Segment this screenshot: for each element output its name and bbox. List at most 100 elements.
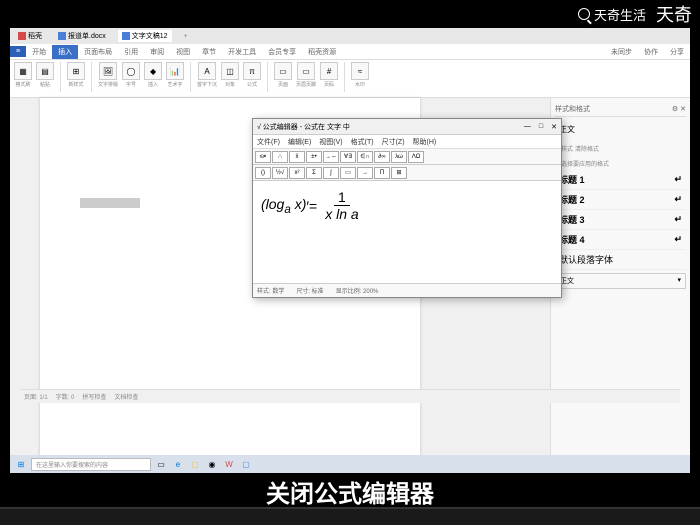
ribbon: ▦格式刷 ▤粘贴 ⊞新样式 🖼文字排版 ◯字号 ◆插入 📊艺术字 A首字下沉 ◫… — [10, 60, 690, 98]
menu-collab[interactable]: 协作 — [638, 45, 664, 59]
ribbon-pic[interactable]: 🖼 — [99, 62, 117, 80]
doc-icon — [122, 32, 130, 40]
dlg-menu-format[interactable]: 格式(T) — [351, 137, 374, 147]
maximize-icon[interactable]: □ — [539, 123, 543, 131]
menu-view[interactable]: 视图 — [170, 45, 196, 59]
tb-space[interactable]: ∴ — [272, 151, 288, 163]
ribbon-header[interactable]: ▭ — [274, 62, 292, 80]
style-h4[interactable]: 标题 4↵ — [555, 230, 686, 250]
edge-icon[interactable]: e — [171, 457, 185, 471]
wps-taskbar-icon[interactable]: W — [222, 457, 236, 471]
tab-doc1[interactable]: 报道单.docx — [54, 30, 110, 42]
dialog-toolbar: ≤≠ ∴ ẍ ±• →⇔ ∀∃ ∈∩ ∂∞ λω ΛΩ — [253, 149, 561, 165]
video-watermark-bar: 天奇生活 天奇 — [0, 0, 700, 28]
ribbon-table[interactable]: ⊞ — [67, 62, 85, 80]
style-dropdown[interactable]: 正文▾ — [555, 273, 686, 289]
tb-sum[interactable]: Σ — [306, 167, 322, 179]
panel-close-icon[interactable]: ⚙ ✕ — [672, 105, 686, 113]
style-h2[interactable]: 标题 2↵ — [555, 190, 686, 210]
chrome-icon[interactable]: ◉ — [205, 457, 219, 471]
tb-logic[interactable]: ∀∃ — [340, 151, 356, 163]
style-h1[interactable]: 标题 1↵ — [555, 170, 686, 190]
menu-share[interactable]: 分享 — [664, 45, 690, 59]
dlg-menu-view[interactable]: 视图(V) — [319, 137, 342, 147]
app-icon[interactable]: ▢ — [239, 457, 253, 471]
dlg-menu-size[interactable]: 尺寸(Z) — [382, 137, 405, 147]
tb-greek-u[interactable]: ΛΩ — [408, 151, 424, 163]
tb-arrow2[interactable]: → — [357, 167, 373, 179]
tb-prod[interactable]: Π — [374, 167, 390, 179]
ribbon-icon[interactable]: ◆ — [144, 62, 162, 80]
watermark-text: 天奇生活 — [594, 5, 646, 24]
explorer-icon[interactable]: ▢ — [188, 457, 202, 471]
section-label: 请选择要应用的格式 — [555, 159, 686, 168]
tb-relation[interactable]: ≤≠ — [255, 151, 271, 163]
spellcheck[interactable]: 拼写检查 — [82, 392, 106, 401]
dlg-status-size: 尺寸: 标准 — [296, 286, 323, 295]
equation-content[interactable]: (loga x)′ = 1 x ln a — [253, 181, 561, 230]
app-titlebar: 稻壳 报道单.docx 文字文稿12 + — [10, 28, 690, 44]
ribbon-formula[interactable]: π — [243, 62, 261, 80]
dialog-toolbar2: () ½√ x² Σ ∫ ▭ → Π ⊞ — [253, 165, 561, 181]
video-caption: 关闭公式编辑器 — [0, 474, 700, 509]
ribbon-page[interactable]: ▤ — [36, 62, 54, 80]
tb-frac[interactable]: ½√ — [272, 167, 288, 179]
tb-greek-l[interactable]: λω — [391, 151, 407, 163]
ribbon-cover[interactable]: ▦ — [14, 62, 32, 80]
status-bar: 页面: 1/1 字数: 0 拼写检查 文档检查 — [20, 389, 680, 403]
tb-set[interactable]: ∈∩ — [357, 151, 373, 163]
start-button[interactable]: ⊞ — [14, 457, 28, 471]
menu-res[interactable]: 稻壳资源 — [302, 45, 342, 59]
menu-chapter[interactable]: 章节 — [196, 45, 222, 59]
tb-misc[interactable]: ∂∞ — [374, 151, 390, 163]
style-default[interactable]: 默认段落字体 — [555, 250, 686, 270]
equation-placeholder[interactable] — [80, 198, 140, 208]
menu-file[interactable]: ≡ — [10, 46, 26, 57]
equation-editor-dialog: √ 公式编辑器 - 公式在 文字 中 — □ ✕ 文件(F) 编辑(E) 视图(… — [252, 118, 562, 298]
menu-ref[interactable]: 引用 — [118, 45, 144, 59]
tb-int[interactable]: ∫ — [323, 167, 339, 179]
panel-title: 样式和格式 — [555, 104, 590, 114]
monitor-bezel — [0, 507, 700, 525]
menu-sync[interactable]: 未同步 — [605, 45, 638, 59]
tb-script[interactable]: x² — [289, 167, 305, 179]
menu-insert[interactable]: 插入 — [52, 45, 78, 59]
dlg-menu-edit[interactable]: 编辑(E) — [288, 137, 311, 147]
dialog-titlebar[interactable]: √ 公式编辑器 - 公式在 文字 中 — □ ✕ — [253, 119, 561, 135]
taskbar-search[interactable]: 在这里输入你要搜索的内容 — [31, 458, 151, 471]
tb-fence[interactable]: () — [255, 167, 271, 179]
menu-review[interactable]: 审阅 — [144, 45, 170, 59]
ribbon-shape[interactable]: ◯ — [122, 62, 140, 80]
ribbon-text[interactable]: A — [198, 62, 216, 80]
tab-add[interactable]: + — [184, 33, 188, 40]
style-list: 标题 1↵ 标题 2↵ 标题 3↵ 标题 4↵ 默认段落字体 — [555, 170, 686, 270]
tb-embel[interactable]: ẍ — [289, 151, 305, 163]
clear-format-btn[interactable]: 清除格式 — [575, 144, 599, 153]
current-style[interactable]: 正文 — [555, 120, 686, 139]
menu-dev[interactable]: 开发工具 — [222, 45, 262, 59]
ribbon-pageno[interactable]: # — [320, 62, 338, 80]
dialog-icon: √ — [257, 124, 261, 131]
ribbon-chart[interactable]: 📊 — [166, 62, 184, 80]
tb-matrix[interactable]: ⊞ — [391, 167, 407, 179]
ribbon-obj[interactable]: ◫ — [221, 62, 239, 80]
ribbon-footer[interactable]: ▭ — [297, 62, 315, 80]
tab-doc2[interactable]: 文字文稿12 — [118, 30, 172, 42]
minimize-icon[interactable]: — — [524, 123, 531, 131]
tab-home[interactable]: 稻壳 — [14, 30, 46, 42]
watermark-logo: 天奇生活 天奇 — [578, 1, 692, 27]
dlg-menu-file[interactable]: 文件(F) — [257, 137, 280, 147]
tb-operator[interactable]: ±• — [306, 151, 322, 163]
watermark-text-cut: 天奇 — [656, 1, 692, 27]
menu-layout[interactable]: 页面布局 — [78, 45, 118, 59]
doc-check[interactable]: 文档检查 — [114, 392, 138, 401]
menu-start[interactable]: 开始 — [26, 45, 52, 59]
dlg-menu-help[interactable]: 帮助(H) — [413, 137, 437, 147]
tb-arrow[interactable]: →⇔ — [323, 151, 339, 163]
style-h3[interactable]: 标题 3↵ — [555, 210, 686, 230]
ribbon-water[interactable]: ≈ — [351, 62, 369, 80]
close-icon[interactable]: ✕ — [551, 123, 557, 131]
task-view-icon[interactable]: ▭ — [154, 457, 168, 471]
menu-vip[interactable]: 会员专享 — [262, 45, 302, 59]
tb-bar[interactable]: ▭ — [340, 167, 356, 179]
